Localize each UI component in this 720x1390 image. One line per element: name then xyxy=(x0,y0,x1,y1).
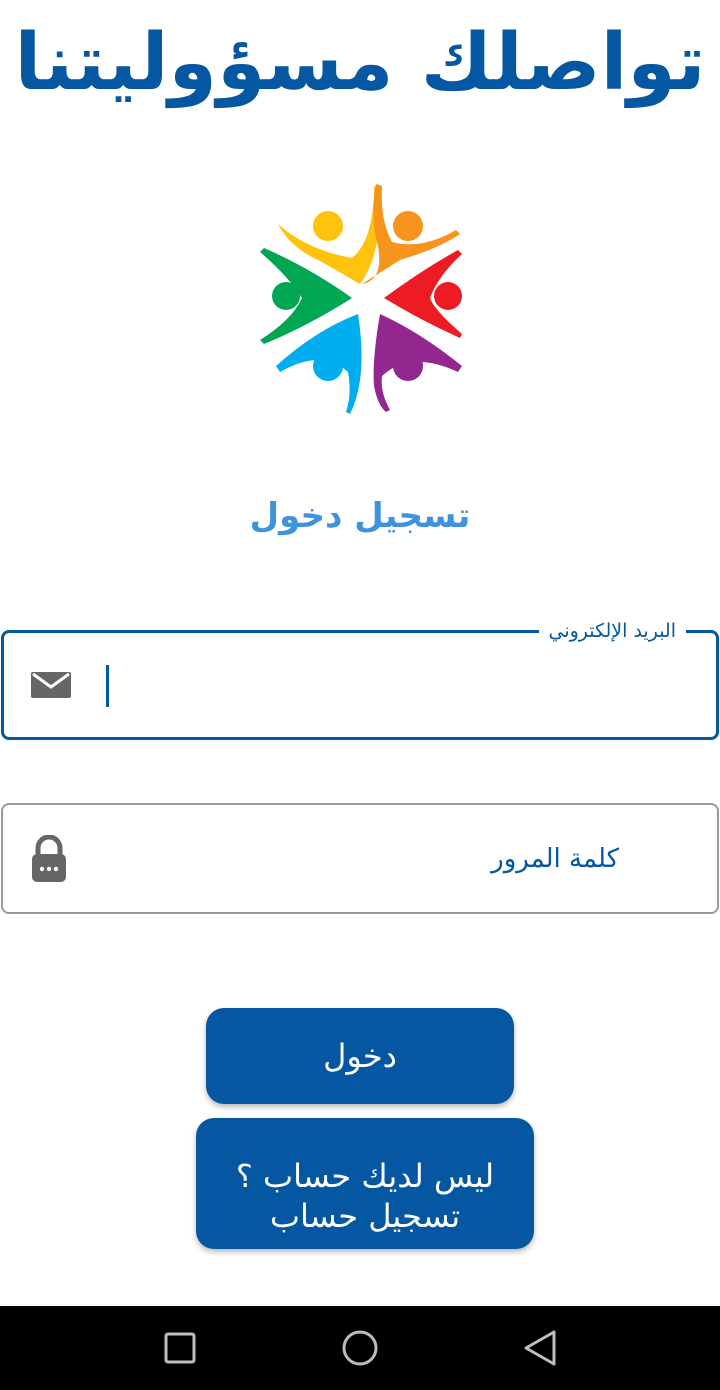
logo-icon xyxy=(260,184,462,414)
email-label: البريد الإلكتروني xyxy=(538,617,686,645)
mail-icon xyxy=(31,672,71,698)
square-icon[interactable] xyxy=(158,1326,202,1370)
login-title: تسجيل دخول xyxy=(249,496,471,536)
register-button[interactable]: ليس لديك حساب ؟ تسجيل حساب xyxy=(196,1118,534,1249)
navigation-bar xyxy=(0,1306,720,1390)
circle-icon[interactable] xyxy=(338,1326,382,1370)
password-input[interactable] xyxy=(103,825,619,893)
login-button[interactable]: دخول xyxy=(206,1008,514,1104)
triangle-back-icon[interactable] xyxy=(518,1326,562,1370)
lock-icon xyxy=(32,835,66,882)
register-action: تسجيل حساب xyxy=(269,1197,461,1235)
email-field[interactable]: البريد الإلكتروني xyxy=(1,617,719,740)
app-title: تواصلك مسؤوليتنا xyxy=(14,18,706,108)
password-field[interactable] xyxy=(1,803,719,914)
email-input[interactable] xyxy=(114,653,694,719)
text-caret xyxy=(106,665,109,707)
register-question: ليس لديك حساب ؟ xyxy=(235,1157,495,1195)
